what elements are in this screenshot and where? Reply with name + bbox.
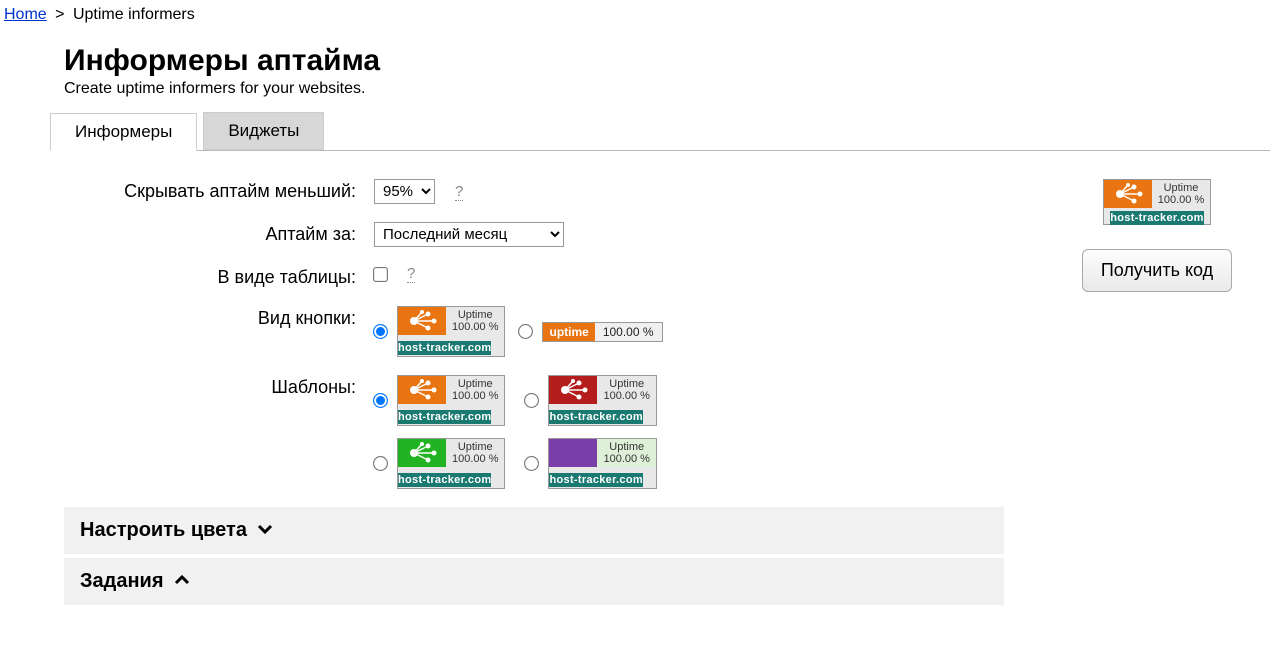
network-icon	[549, 439, 597, 467]
network-icon	[549, 376, 597, 404]
accordion-tasks[interactable]: Задания	[64, 558, 1004, 605]
accordion-colors-label: Настроить цвета	[80, 519, 247, 542]
template-radio-red[interactable]	[525, 393, 540, 408]
templates-label: Шаблоны:	[64, 375, 374, 398]
breadcrumb-separator: >	[55, 6, 64, 23]
badge-large-preview: Uptime100.00 % host-tracker.com	[397, 306, 505, 357]
uptime-for-label: Аптайм за:	[64, 222, 374, 245]
accordion-colors[interactable]: Настроить цвета	[64, 507, 1004, 554]
breadcrumb: Home > Uptime informers	[4, 6, 1270, 24]
template-radio-green[interactable]	[373, 456, 388, 471]
template-red-badge: Uptime100.00 % host-tracker.com	[548, 375, 656, 426]
button-style-label: Вид кнопки:	[64, 306, 374, 329]
hide-uptime-help[interactable]: ?	[455, 183, 463, 201]
network-icon	[398, 439, 446, 467]
as-table-label: В виде таблицы:	[64, 265, 374, 288]
get-code-button[interactable]: Получить код	[1082, 249, 1232, 292]
tabs: Информеры Виджеты	[50, 112, 1270, 151]
chevron-down-icon	[257, 522, 273, 540]
template-orange-badge: Uptime100.00 % host-tracker.com	[397, 375, 505, 426]
network-icon	[398, 376, 446, 404]
tab-informers[interactable]: Информеры	[50, 113, 197, 151]
template-purple-badge: Uptime100.00 % host-tracker.com	[548, 438, 656, 489]
button-style-radio-small[interactable]	[519, 324, 534, 339]
network-icon	[398, 307, 446, 335]
tab-widgets[interactable]: Виджеты	[203, 112, 324, 150]
as-table-help[interactable]: ?	[407, 265, 415, 283]
template-radio-purple[interactable]	[525, 456, 540, 471]
network-icon	[1104, 180, 1152, 208]
button-style-radio-large[interactable]	[373, 324, 388, 339]
hide-uptime-label: Скрывать аптайм меньший:	[64, 179, 374, 202]
template-radio-orange[interactable]	[373, 393, 388, 408]
accordion-tasks-label: Задания	[80, 570, 164, 593]
uptime-for-select[interactable]: Последний месяц	[374, 222, 564, 247]
page-subtitle: Create uptime informers for your website…	[64, 80, 1270, 98]
template-green-badge: Uptime100.00 % host-tracker.com	[397, 438, 505, 489]
chevron-up-icon	[174, 573, 190, 591]
badge-small-preview: uptime 100.00 %	[542, 322, 662, 342]
breadcrumb-home-link[interactable]: Home	[4, 6, 47, 23]
breadcrumb-current: Uptime informers	[73, 6, 195, 23]
preview-badge: Uptime100.00 % host-tracker.com	[1103, 179, 1211, 225]
hide-uptime-select[interactable]: 95%	[374, 179, 435, 204]
page-title: Информеры аптайма	[64, 44, 1270, 78]
as-table-checkbox[interactable]	[373, 267, 388, 282]
